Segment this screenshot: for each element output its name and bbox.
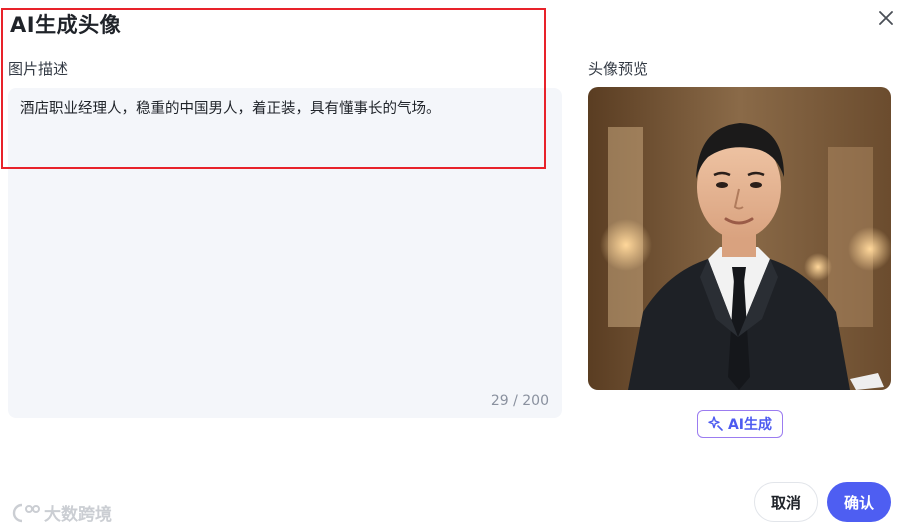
sparkle-icon bbox=[708, 416, 723, 431]
watermark-logo-icon bbox=[12, 503, 40, 522]
description-field[interactable]: 29 / 200 bbox=[8, 88, 562, 418]
description-label: 图片描述 bbox=[8, 60, 69, 78]
ai-generate-button[interactable]: AI生成 bbox=[697, 410, 783, 438]
watermark: 大数跨境 bbox=[10, 500, 112, 525]
character-counter: 29 / 200 bbox=[490, 393, 549, 409]
preview-label: 头像预览 bbox=[588, 60, 649, 78]
description-input[interactable] bbox=[8, 88, 562, 418]
ai-generate-label: AI生成 bbox=[727, 417, 773, 433]
confirm-button[interactable]: 确认 bbox=[827, 482, 891, 522]
dialog-title: AI生成头像 bbox=[10, 13, 122, 37]
watermark-text: 大数跨境 bbox=[44, 505, 112, 525]
cancel-button[interactable]: 取消 bbox=[754, 482, 818, 522]
close-icon[interactable] bbox=[876, 8, 896, 28]
avatar-preview-image bbox=[588, 87, 891, 390]
